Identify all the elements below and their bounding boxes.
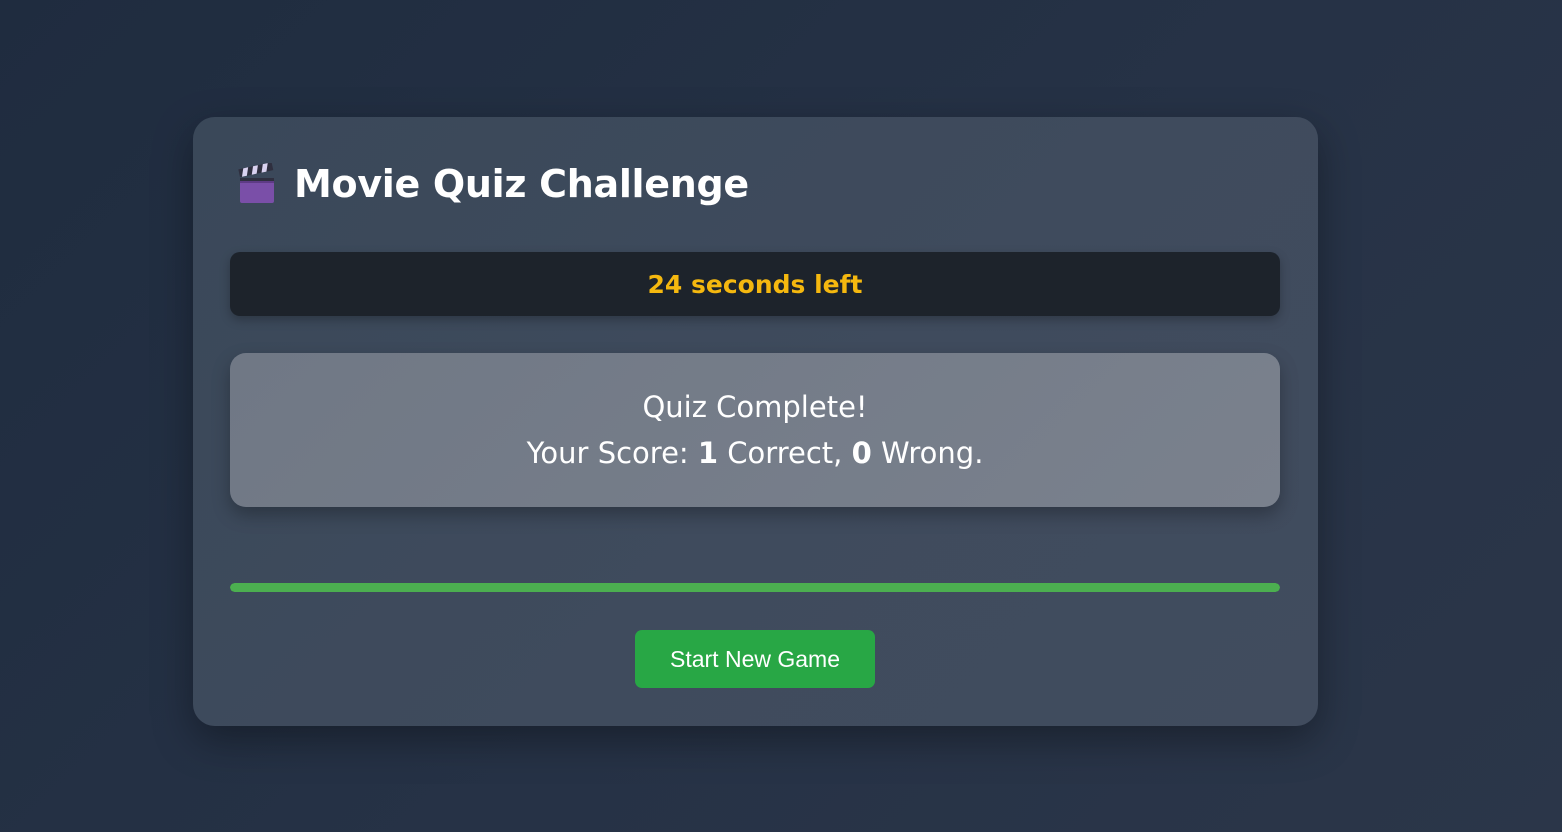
result-heading: Quiz Complete! bbox=[642, 390, 868, 424]
timer-text: 24 seconds left bbox=[647, 269, 863, 299]
correct-label: Correct, bbox=[718, 436, 852, 470]
timer-bar: 24 seconds left bbox=[230, 252, 1280, 316]
quiz-card: Movie Quiz Challenge 24 seconds left Qui… bbox=[193, 117, 1318, 726]
wrong-label: Wrong. bbox=[871, 436, 984, 470]
wrong-count: 0 bbox=[851, 436, 872, 470]
score-prefix: Your Score: bbox=[526, 436, 698, 470]
title-row: Movie Quiz Challenge bbox=[237, 160, 749, 208]
progress-fill bbox=[230, 583, 1280, 592]
correct-count: 1 bbox=[697, 436, 719, 470]
clapperboard-icon bbox=[237, 162, 277, 205]
progress-bar bbox=[230, 583, 1280, 592]
result-panel: Quiz Complete! Your Score: 1 Correct, 0 … bbox=[230, 353, 1280, 507]
start-new-game-button[interactable]: Start New Game bbox=[635, 630, 875, 688]
score-line: Your Score: 1 Correct, 0 Wrong. bbox=[527, 430, 984, 476]
page-title: Movie Quiz Challenge bbox=[294, 162, 749, 206]
